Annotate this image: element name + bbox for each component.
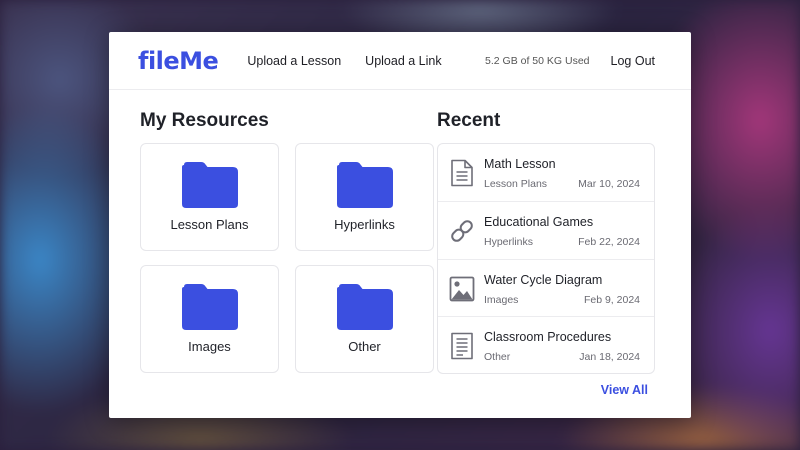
top-navigation-bar: fileMe Upload a Lesson Upload a Link 5.2… bbox=[109, 32, 691, 90]
app-logo[interactable]: fileMe bbox=[138, 47, 219, 75]
folder-label: Hyperlinks bbox=[334, 217, 395, 232]
recent-item-category: Hyperlinks bbox=[484, 235, 534, 248]
recent-item-title: Water Cycle Diagram bbox=[484, 272, 603, 287]
recent-item-title: Educational Games bbox=[484, 214, 594, 229]
my-resources-heading: My Resources bbox=[140, 110, 269, 131]
folder-icon bbox=[336, 162, 393, 208]
recent-item-educational-games[interactable]: Educational Games Hyperlinks Feb 22, 202… bbox=[438, 202, 654, 260]
recent-item-math-lesson[interactable]: Math Lesson Lesson Plans Mar 10, 2024 bbox=[438, 144, 654, 202]
log-out-button[interactable]: Log Out bbox=[611, 54, 655, 68]
recent-item-category: Other bbox=[484, 351, 511, 364]
folder-label: Other bbox=[348, 339, 381, 354]
recent-item-category: Lesson Plans bbox=[484, 178, 548, 190]
folder-hyperlinks[interactable]: Hyperlinks bbox=[295, 143, 434, 251]
folder-label: Lesson Plans bbox=[170, 217, 249, 232]
recent-item-date: Feb 9, 2024 bbox=[583, 293, 640, 306]
folder-lesson-plans[interactable]: Lesson Plans bbox=[140, 143, 279, 251]
recent-heading: Recent bbox=[437, 110, 501, 131]
recent-item-title: Classroom Procedures bbox=[484, 330, 612, 345]
document-icon bbox=[451, 159, 473, 187]
recent-item-date: Jan 18, 2024 bbox=[579, 351, 640, 364]
image-icon bbox=[449, 276, 475, 301]
upload-lesson-link[interactable]: Upload a Lesson bbox=[247, 54, 341, 68]
view-all-link[interactable]: View All bbox=[601, 383, 648, 397]
storage-usage: 5.2 GB of 50 KG Used bbox=[485, 54, 590, 67]
folder-other[interactable]: Other bbox=[295, 265, 434, 373]
recent-item-water-cycle-diagram[interactable]: Water Cycle Diagram Images Feb 9, 2024 bbox=[438, 260, 654, 318]
folder-icon bbox=[181, 284, 238, 330]
recent-item-title: Math Lesson bbox=[484, 157, 556, 171]
link-icon bbox=[451, 219, 473, 242]
folder-label: Images bbox=[188, 339, 231, 354]
folder-icon bbox=[336, 284, 393, 330]
recent-list: Math Lesson Lesson Plans Mar 10, 2024 Ed… bbox=[437, 143, 655, 374]
folder-icon bbox=[181, 162, 238, 208]
upload-link-link[interactable]: Upload a Link bbox=[365, 54, 441, 68]
recent-item-date: Feb 22, 2024 bbox=[578, 235, 640, 248]
app-window: fileMe Upload a Lesson Upload a Link 5.2… bbox=[109, 32, 691, 418]
recent-item-classroom-procedures[interactable]: Classroom Procedures Other Jan 18, 2024 bbox=[438, 317, 654, 373]
recent-item-category: Images bbox=[484, 293, 519, 306]
folder-images[interactable]: Images bbox=[140, 265, 279, 373]
recent-item-date: Mar 10, 2024 bbox=[578, 178, 640, 190]
document-icon bbox=[451, 332, 473, 360]
